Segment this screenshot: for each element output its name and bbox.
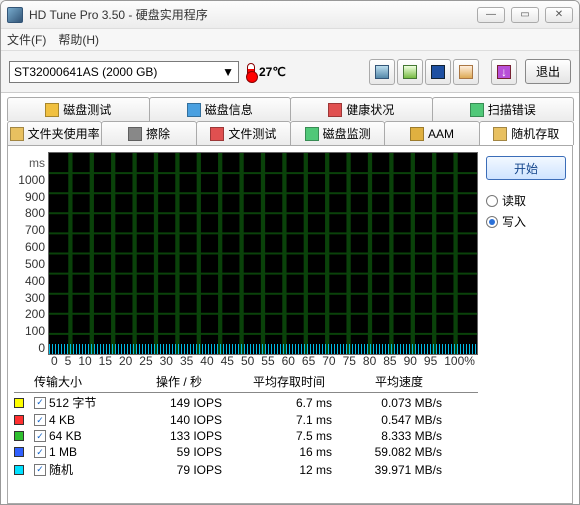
save-button[interactable]: [425, 59, 451, 85]
aam-icon: [410, 127, 424, 141]
row-size-label: 1 MB: [49, 445, 77, 459]
tab-content-random-access: ms10009008007006005004003002001000 05101…: [7, 145, 573, 504]
maximize-button[interactable]: ▭: [511, 7, 539, 23]
copy-info-button[interactable]: [369, 59, 395, 85]
row-size-label: 4 KB: [49, 413, 75, 427]
row-size-label: 512 字节: [49, 394, 96, 411]
app-window: HD Tune Pro 3.50 - 硬盘实用程序 ― ▭ ✕ 文件(F) 帮助…: [0, 0, 580, 505]
chevron-down-icon: ▼: [222, 65, 234, 79]
row-speed: 0.073 MB/s: [344, 396, 454, 410]
radio-read[interactable]: 读取: [486, 192, 566, 209]
col-speed: 平均速度: [344, 373, 454, 390]
series-checkbox[interactable]: ✓: [34, 414, 46, 426]
row-access: 7.5 ms: [234, 429, 344, 443]
chart-y-axis: ms10009008007006005004003002001000: [14, 152, 48, 367]
window-title: HD Tune Pro 3.50 - 硬盘实用程序: [29, 6, 477, 23]
options-button[interactable]: [453, 59, 479, 85]
row-access: 7.1 ms: [234, 413, 344, 427]
row-speed: 8.333 MB/s: [344, 429, 454, 443]
row-size-label: 64 KB: [49, 429, 82, 443]
y-axis-unit: ms: [29, 156, 45, 170]
start-button[interactable]: 开始: [486, 156, 566, 180]
table-row: ✓ 512 字节 149 IOPS 6.7 ms 0.073 MB/s: [14, 393, 478, 412]
menu-file[interactable]: 文件(F): [7, 31, 46, 48]
tab-folder[interactable]: 文件夹使用率: [7, 121, 102, 145]
results-table: 传输大小 操作 / 秒 平均存取时间 平均速度 ✓ 512 字节 149 IOP…: [14, 373, 478, 479]
menubar: 文件(F) 帮助(H): [1, 29, 579, 51]
col-size: 传输大小: [34, 373, 124, 390]
tab-health[interactable]: 健康状况: [290, 97, 433, 121]
row-ops: 79 IOPS: [124, 463, 234, 477]
row-speed: 0.547 MB/s: [344, 413, 454, 427]
drive-selector[interactable]: ST32000641AS (2000 GB) ▼: [9, 61, 239, 83]
toolbar: ST32000641AS (2000 GB) ▼ 27℃ ↓ 退出: [1, 51, 579, 93]
tab-monitor[interactable]: 磁盘监测: [290, 121, 385, 145]
row-size-label: 随机: [49, 461, 73, 478]
radio-dot-icon: [486, 195, 498, 207]
random-icon: [493, 127, 507, 141]
table-row: ✓ 4 KB 140 IOPS 7.1 ms 0.547 MB/s: [14, 412, 478, 428]
download-button[interactable]: ↓: [491, 59, 517, 85]
row-ops: 59 IOPS: [124, 445, 234, 459]
titlebar: HD Tune Pro 3.50 - 硬盘实用程序 ― ▭ ✕: [1, 1, 579, 29]
tabs-row-2: 文件夹使用率擦除文件测试磁盘监测AAM随机存取: [7, 121, 573, 145]
series-color-icon: [14, 398, 24, 408]
tab-erase[interactable]: 擦除: [101, 121, 196, 145]
series-color-icon: [14, 431, 24, 441]
series-checkbox[interactable]: ✓: [34, 446, 46, 458]
health-icon: [328, 103, 342, 117]
row-access: 12 ms: [234, 463, 344, 477]
close-button[interactable]: ✕: [545, 7, 573, 23]
row-ops: 149 IOPS: [124, 396, 234, 410]
tab-random[interactable]: 随机存取: [479, 121, 574, 145]
col-ops: 操作 / 秒: [124, 373, 234, 390]
copy-screenshot-button[interactable]: [397, 59, 423, 85]
menu-help[interactable]: 帮助(H): [58, 31, 99, 48]
app-icon: [7, 7, 23, 23]
minimize-button[interactable]: ―: [477, 7, 505, 23]
access-time-chart: ms10009008007006005004003002001000 05101…: [14, 152, 478, 367]
erase-icon: [128, 127, 142, 141]
chart-x-axis: 0510152025303540455055606570758085909510…: [49, 354, 477, 368]
radio-write[interactable]: 写入: [486, 213, 566, 230]
row-ops: 133 IOPS: [124, 429, 234, 443]
col-access: 平均存取时间: [234, 373, 344, 390]
side-panel: 开始 读取 写入: [486, 152, 566, 497]
monitor-icon: [305, 127, 319, 141]
table-row: ✓ 64 KB 133 IOPS 7.5 ms 8.333 MB/s: [14, 428, 478, 444]
row-access: 16 ms: [234, 445, 344, 459]
series-color-icon: [14, 415, 24, 425]
table-row: ✓ 随机 79 IOPS 12 ms 39.971 MB/s: [14, 460, 478, 479]
scan-icon: [470, 103, 484, 117]
row-speed: 59.082 MB/s: [344, 445, 454, 459]
info-icon: [187, 103, 201, 117]
tab-filebench[interactable]: 文件测试: [196, 121, 291, 145]
benchmark-icon: [45, 103, 59, 117]
chart-plot-area: 0510152025303540455055606570758085909510…: [48, 152, 478, 355]
thermometer-icon: [247, 63, 255, 81]
folder-icon: [10, 127, 24, 141]
radio-dot-icon: [486, 216, 498, 228]
tabs-row-1: 磁盘测试磁盘信息健康状况扫描错误: [7, 97, 573, 121]
tab-aam[interactable]: AAM: [384, 121, 479, 145]
tab-info[interactable]: 磁盘信息: [149, 97, 292, 121]
row-speed: 39.971 MB/s: [344, 463, 454, 477]
exit-button[interactable]: 退出: [525, 59, 571, 84]
filebench-icon: [210, 127, 224, 141]
series-checkbox[interactable]: ✓: [34, 397, 46, 409]
temperature-display: 27℃: [247, 63, 286, 81]
series-checkbox[interactable]: ✓: [34, 464, 46, 476]
series-checkbox[interactable]: ✓: [34, 430, 46, 442]
row-access: 6.7 ms: [234, 396, 344, 410]
temperature-value: 27℃: [259, 65, 286, 79]
chart-data-points: [49, 344, 477, 354]
tab-scan[interactable]: 扫描错误: [432, 97, 575, 121]
series-color-icon: [14, 465, 24, 475]
tab-benchmark[interactable]: 磁盘测试: [7, 97, 150, 121]
table-row: ✓ 1 MB 59 IOPS 16 ms 59.082 MB/s: [14, 444, 478, 460]
row-ops: 140 IOPS: [124, 413, 234, 427]
series-color-icon: [14, 447, 24, 457]
drive-selected-label: ST32000641AS (2000 GB): [14, 65, 157, 79]
